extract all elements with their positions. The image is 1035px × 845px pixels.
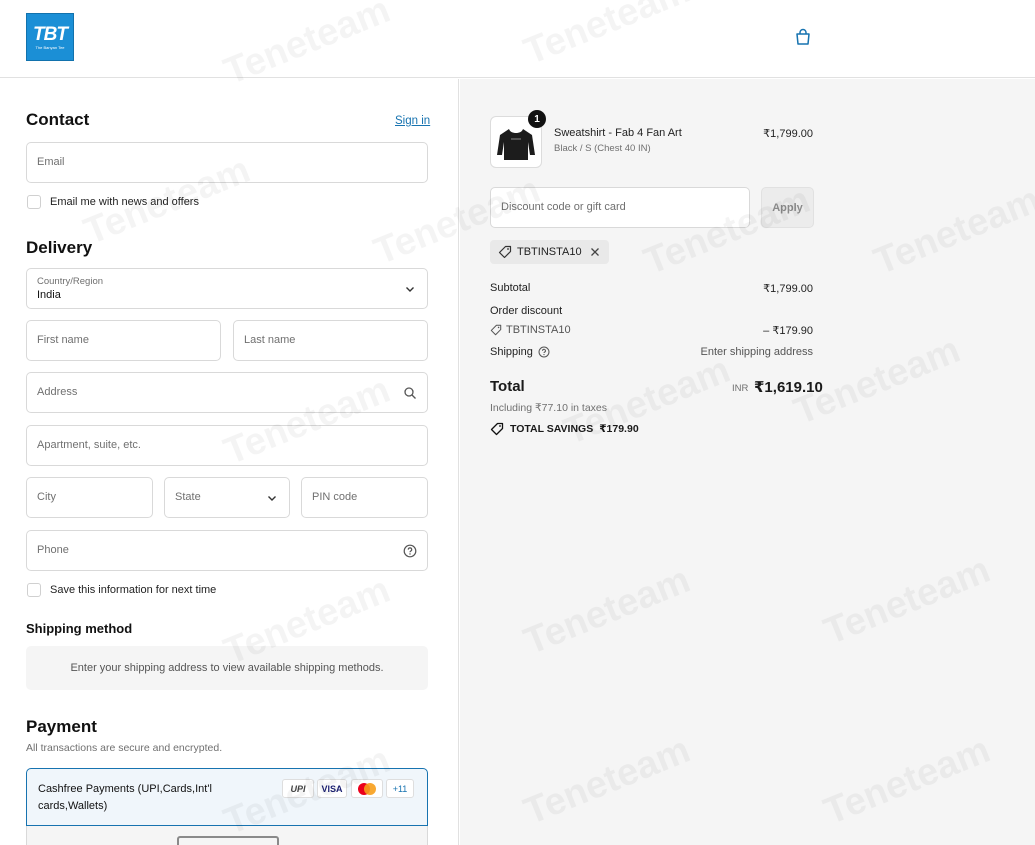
city-placeholder: City	[37, 491, 56, 503]
first-name-field[interactable]: First name	[26, 320, 221, 361]
total-savings: TOTAL SAVINGS ₹179.90	[490, 422, 639, 436]
savings-label: TOTAL SAVINGS	[510, 423, 594, 435]
upi-badge: UPI	[282, 779, 314, 798]
email-placeholder: Email	[37, 156, 65, 168]
save-info-label: Save this information for next time	[50, 584, 217, 596]
country-select[interactable]: Country/Region India	[26, 268, 428, 309]
shipping-method-message: Enter your shipping address to view avai…	[26, 646, 428, 690]
payment-option-label: Cashfree Payments (UPI,Cards,Int'l cards…	[38, 783, 212, 812]
pin-code-field[interactable]: PIN code	[301, 477, 428, 518]
checkout-form: Contact Sign in Email Email me with news…	[0, 79, 459, 845]
city-field[interactable]: City	[26, 477, 153, 518]
email-field[interactable]: Email	[26, 142, 428, 183]
help-icon[interactable]	[403, 544, 417, 558]
applied-discount-chip: TBTINSTA10	[490, 240, 609, 264]
product-variant: Black / S (Chest 40 IN)	[554, 143, 651, 154]
shipping-method-heading: Shipping method	[26, 621, 133, 636]
discount-code-row: TBTINSTA10	[490, 324, 571, 336]
total-value: ₹1,619.10	[754, 379, 823, 396]
total-label: Total	[490, 378, 525, 395]
apply-button[interactable]: Apply	[761, 187, 814, 228]
header: TBT The Banyan Tee	[0, 0, 1035, 78]
address-field[interactable]: Address	[26, 372, 428, 413]
logo-text: TBT	[33, 23, 68, 45]
payment-option-cashfree[interactable]: Cashfree Payments (UPI,Cards,Int'l cards…	[26, 768, 428, 826]
logo-tagline: The Banyan Tee	[35, 44, 65, 50]
more-methods-badge: +11	[386, 779, 414, 798]
country-value: India	[37, 289, 61, 301]
contact-heading: Contact	[26, 110, 90, 129]
help-icon[interactable]	[538, 346, 550, 358]
tag-icon	[490, 422, 504, 436]
subtotal-label: Subtotal	[490, 282, 531, 294]
state-placeholder: State	[175, 491, 201, 503]
tag-icon	[498, 245, 512, 259]
order-discount-label: Order discount	[490, 305, 563, 317]
state-select[interactable]: State	[164, 477, 290, 518]
close-icon[interactable]	[589, 246, 601, 258]
store-logo[interactable]: TBT The Banyan Tee	[26, 13, 74, 61]
news-label: Email me with news and offers	[50, 196, 199, 208]
shopping-bag-icon[interactable]	[793, 27, 813, 47]
phone-placeholder: Phone	[37, 544, 69, 556]
subtotal-value: ₹1,799.00	[763, 283, 813, 295]
shipping-value: Enter shipping address	[700, 346, 813, 358]
chevron-down-icon	[403, 282, 417, 296]
discount-code: TBTINSTA10	[506, 324, 571, 336]
discount-code-input[interactable]: Discount code or gift card	[490, 187, 750, 228]
last-name-field[interactable]: Last name	[233, 320, 428, 361]
quantity-badge: 1	[528, 110, 546, 128]
apartment-placeholder: Apartment, suite, etc.	[37, 439, 141, 451]
card-icon	[177, 836, 279, 845]
delivery-heading: Delivery	[26, 238, 93, 257]
shipping-label: Shipping	[490, 346, 533, 358]
discount-value: – ₹179.90	[763, 325, 813, 337]
product-name: Sweatshirt - Fab 4 Fan Art	[554, 127, 682, 139]
order-summary: 1 Sweatshirt - Fab 4 Fan Art Black / S (…	[460, 79, 1035, 845]
discount-placeholder: Discount code or gift card	[501, 201, 626, 213]
applied-code: TBTINSTA10	[517, 246, 582, 258]
news-checkbox[interactable]	[27, 195, 41, 209]
phone-field[interactable]: Phone	[26, 530, 428, 571]
save-info-checkbox[interactable]	[27, 583, 41, 597]
payment-redirect-panel	[26, 826, 428, 845]
visa-badge: VISA	[317, 779, 347, 798]
mastercard-icon	[351, 779, 383, 798]
address-placeholder: Address	[37, 386, 78, 398]
chevron-down-icon	[265, 491, 279, 505]
product-price: ₹1,799.00	[763, 128, 813, 140]
savings-value: ₹179.90	[599, 423, 639, 435]
save-info-row[interactable]: Save this information for next time	[27, 583, 216, 597]
news-checkbox-row[interactable]: Email me with news and offers	[27, 195, 199, 209]
tag-icon	[490, 324, 502, 336]
payment-heading: Payment	[26, 717, 97, 736]
first-name-placeholder: First name	[37, 334, 89, 346]
payment-subtitle: All transactions are secure and encrypte…	[26, 742, 223, 754]
sign-in-link[interactable]: Sign in	[395, 115, 430, 127]
apartment-field[interactable]: Apartment, suite, etc.	[26, 425, 428, 466]
shipping-row: Shipping	[490, 346, 550, 358]
pin-code-placeholder: PIN code	[312, 491, 358, 503]
country-label: Country/Region	[37, 276, 104, 287]
last-name-placeholder: Last name	[244, 334, 296, 346]
total-currency: INR	[732, 383, 749, 394]
tax-note: Including ₹77.10 in taxes	[490, 402, 608, 414]
search-icon	[403, 386, 417, 400]
